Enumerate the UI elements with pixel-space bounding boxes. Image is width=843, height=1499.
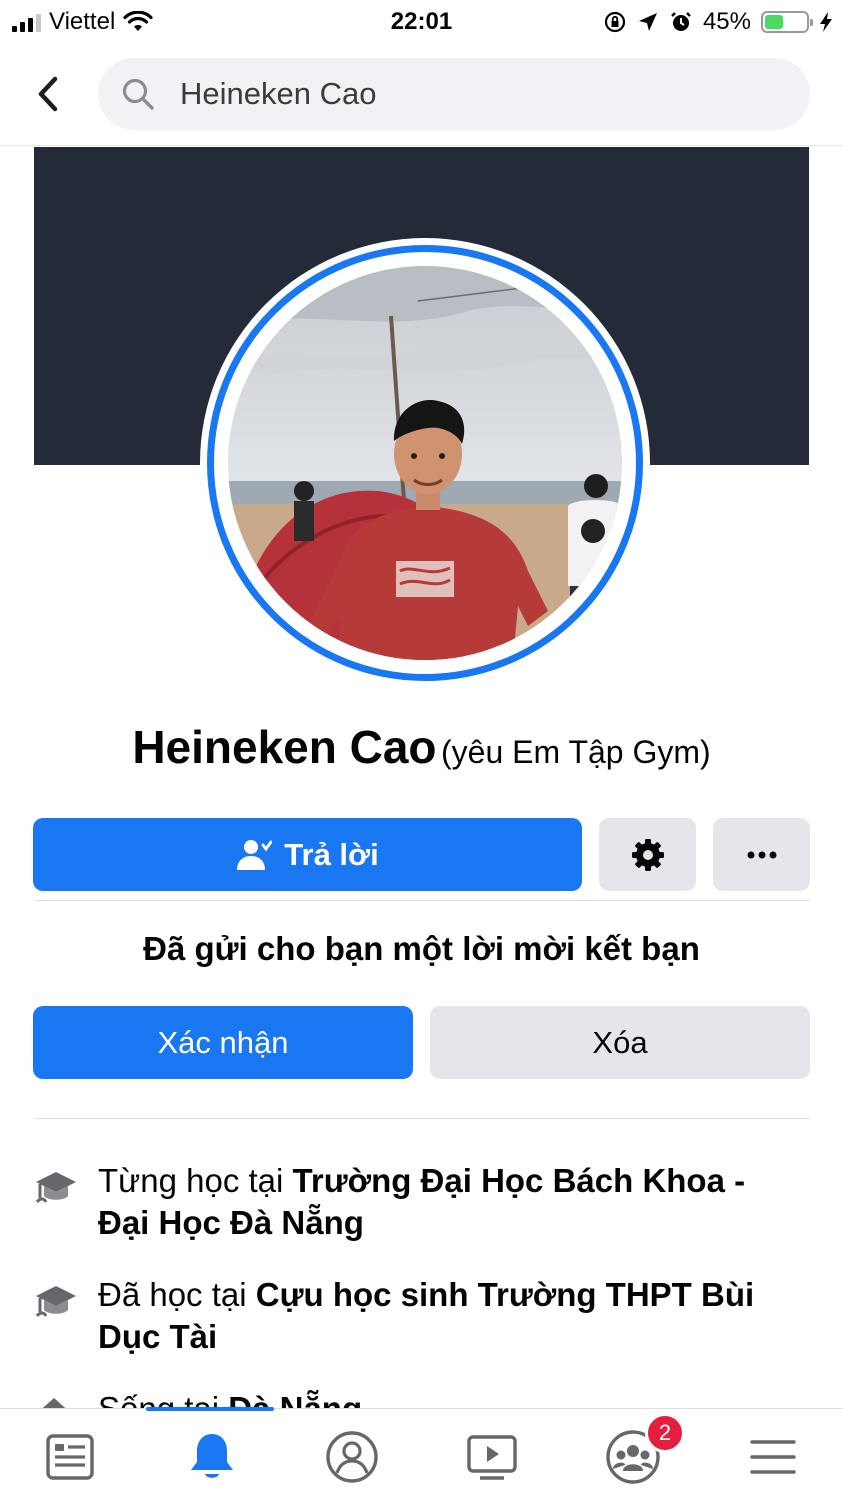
ellipsis-icon (747, 851, 776, 858)
gear-icon (631, 838, 664, 871)
tab-groups[interactable]: 2 (603, 1413, 685, 1487)
friend-request-message: Đã gửi cho bạn một lời mời kết bạn (143, 930, 700, 967)
story-ring (207, 245, 643, 681)
tab-watch[interactable] (462, 1427, 522, 1487)
battery-percent: 45% (702, 8, 751, 35)
reply-button[interactable]: Trả lời (33, 818, 582, 891)
confirm-label: Xác nhận (157, 1024, 289, 1060)
notifications-bell-icon (191, 1434, 233, 1478)
profile-name: Heineken Cao (132, 721, 437, 773)
divider (34, 1118, 810, 1119)
delete-label: Xóa (592, 1024, 648, 1060)
battery-icon (761, 11, 813, 33)
profile-picture[interactable] (200, 238, 650, 688)
tab-news-feed[interactable] (40, 1427, 100, 1487)
settings-button[interactable] (599, 818, 696, 891)
top-header: Heineken Cao (0, 50, 843, 146)
about-education-2[interactable]: Đã học tại Cựu học sinh Trường THPT Bùi … (34, 1274, 794, 1358)
battery-level (765, 15, 783, 29)
back-button[interactable] (28, 72, 68, 116)
tab-menu[interactable] (743, 1427, 803, 1487)
respond-friend-icon (237, 839, 273, 870)
tab-profile[interactable] (322, 1427, 382, 1487)
chevron-left-icon (38, 76, 58, 112)
confirm-request-button[interactable]: Xác nhận (33, 1006, 413, 1079)
graduation-cap-icon (34, 1160, 98, 1244)
rotation-lock-icon (604, 11, 626, 33)
search-icon (120, 76, 156, 112)
charging-bolt-icon (820, 12, 832, 32)
watch-video-icon (467, 1435, 517, 1480)
profile-icon (326, 1431, 378, 1483)
profile-alternate-name: (yêu Em Tập Gym) (440, 734, 711, 770)
graduation-cap-icon (34, 1274, 98, 1358)
more-options-button[interactable] (713, 818, 810, 891)
menu-icon (750, 1440, 796, 1474)
search-input[interactable]: Heineken Cao (98, 58, 810, 130)
status-bar: Viettel 22:01 45% (0, 0, 843, 44)
search-query: Heineken Cao (180, 76, 377, 111)
tab-notifications[interactable] (182, 1427, 242, 1487)
delete-request-button[interactable]: Xóa (430, 1006, 810, 1079)
profile-name-row: Heineken Cao (yêu Em Tập Gym) (0, 720, 843, 774)
about-prefix: Từng học tại (98, 1162, 284, 1199)
divider (34, 900, 810, 901)
about-education-1[interactable]: Từng học tại Trường Đại Học Bách Khoa - … (34, 1160, 794, 1244)
active-tab-indicator (146, 1407, 274, 1411)
location-arrow-icon (638, 13, 657, 31)
alarm-icon (671, 12, 691, 31)
news-feed-icon (46, 1434, 94, 1480)
status-icons: 45% (603, 8, 833, 36)
profile-photo (228, 266, 622, 660)
bottom-tab-bar: 2 (0, 1407, 843, 1499)
about-prefix: Đã học tại (98, 1276, 247, 1313)
reply-label: Trả lời (284, 836, 379, 872)
groups-notification-badge: 2 (645, 1413, 685, 1453)
